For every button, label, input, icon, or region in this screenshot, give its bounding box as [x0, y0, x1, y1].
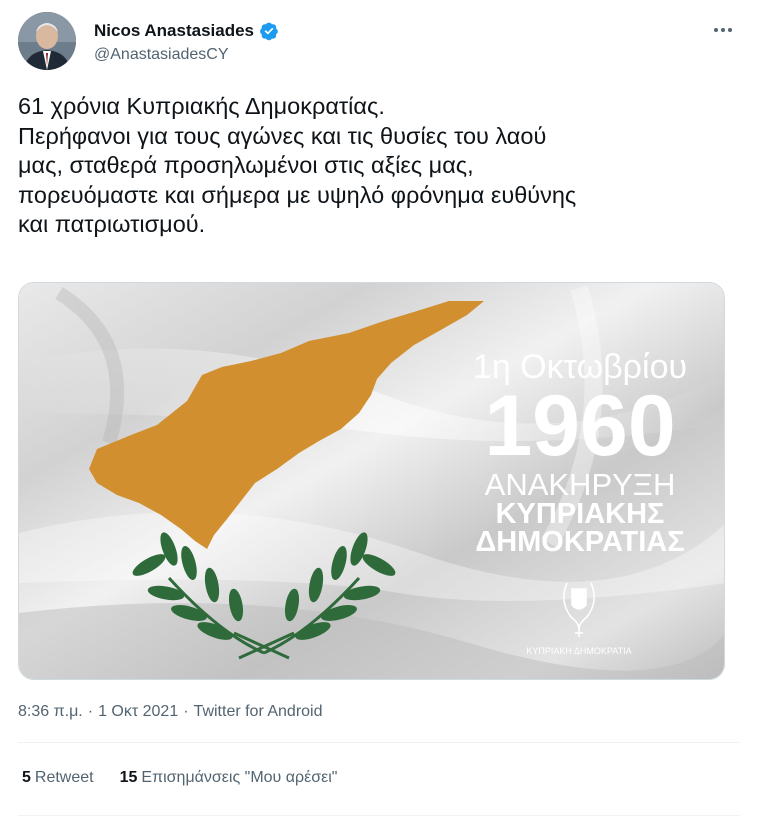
tweet-meta: 8:36 π.μ. · 1 Οκτ 2021 · Twitter for And…: [18, 703, 323, 721]
tweet-stats: 5 Retweet 15 Επισημάνσεις "Μου αρέσει": [22, 769, 337, 787]
author-name-row[interactable]: Nicos Anastasiades: [94, 21, 279, 41]
meta-separator: ·: [87, 703, 94, 720]
likes-stat[interactable]: 15 Επισημάνσεις "Μου αρέσει": [120, 769, 338, 787]
author-handle[interactable]: @AnastasiadesCY: [94, 46, 229, 64]
avatar[interactable]: [18, 12, 76, 70]
likes-count: 15: [119, 769, 138, 786]
meta-separator: ·: [183, 703, 189, 720]
media-republic-text: ΔΗΜΟΚΡΑΤΙΑΣ: [475, 526, 684, 558]
tweet-text-line: και πατριωτισμού.: [18, 211, 206, 237]
verified-badge-icon: [259, 21, 279, 41]
likes-label: Επισημάνσεις "Μου αρέσει": [141, 769, 338, 786]
tweet-media-image[interactable]: 1η Οκτωβρίου 1960 ΑΝΑΚΗΡΥΞΗ ΚΥΠΡΙΑΚΗΣ ΔΗ…: [18, 282, 725, 680]
retweets-count: 5: [22, 769, 31, 786]
author-display-name[interactable]: Nicos Anastasiades: [94, 21, 254, 41]
retweets-label: Retweet: [34, 769, 94, 786]
tweet-text-line: μας, σταθερά προσηλωμένοι στις αξίες μας…: [18, 152, 474, 178]
media-year-text: 1960: [484, 378, 675, 474]
divider: [18, 815, 740, 816]
tweet-source-link[interactable]: Twitter for Android: [194, 703, 323, 721]
tweet-date[interactable]: 1 Οκτ 2021: [98, 703, 178, 721]
tweet-text-line: πορευόμαστε και σήμερα με υψηλό φρόνημα …: [18, 181, 577, 208]
media-proclamation-text: ΑΝΑΚΗΡΥΞΗ: [485, 467, 676, 502]
tweet-text-line: 61 χρόνια Κυπριακής Δημοκρατίας.: [18, 93, 385, 119]
retweets-stat[interactable]: 5 Retweet: [22, 769, 94, 787]
tweet-text: 61 χρόνια Κυπριακής Δημοκρατίας. Περήφαν…: [18, 92, 738, 240]
more-options-icon[interactable]: [710, 20, 736, 40]
tweet-header: Nicos Anastasiades @AnastasiadesCY: [18, 12, 740, 72]
emblem-caption: ΚΥΠΡΙΑΚΗ ΔΗΜΟΚΡΑΤΙΑ: [526, 646, 631, 656]
divider: [18, 742, 740, 743]
tweet-time[interactable]: 8:36 π.μ.: [18, 703, 83, 721]
tweet-text-line: Περήφανοι για τους αγώνες και τις θυσίες…: [18, 122, 547, 149]
